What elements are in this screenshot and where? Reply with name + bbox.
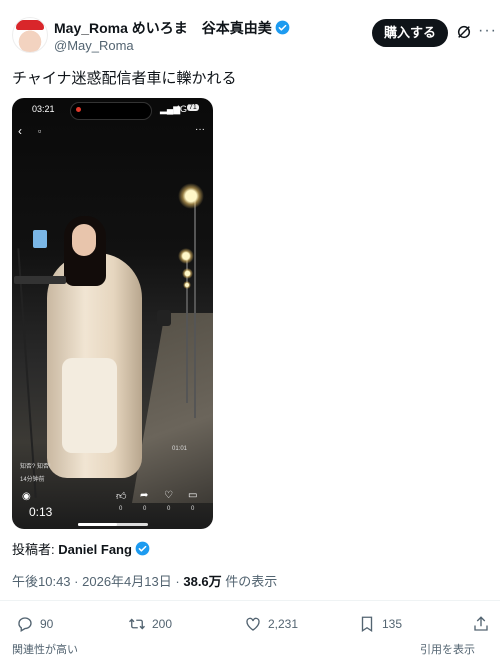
status-time: 03:21	[32, 104, 55, 114]
divider	[0, 600, 500, 601]
sort-label[interactable]: 関連性が高い	[12, 641, 78, 657]
views-eye-icon: ◉	[22, 491, 31, 502]
like-button[interactable]: 2,231	[244, 615, 298, 633]
back-chevron-icon[interactable]: ‹	[18, 124, 22, 138]
phone-on-stand	[33, 230, 47, 248]
tripod-shelf	[14, 276, 66, 284]
grok-icon[interactable]	[456, 24, 472, 40]
like-count: 2,231	[268, 617, 299, 631]
tweet-time[interactable]: 午後10:43	[12, 574, 71, 589]
motorcycle	[157, 310, 171, 326]
posted-by: 投稿者: Daniel Fang	[12, 539, 150, 558]
verified-badge-icon	[275, 20, 290, 35]
street-lamp	[178, 248, 194, 264]
avatar[interactable]	[12, 17, 48, 53]
meta-sep: ·	[175, 574, 180, 589]
recording-dot	[76, 107, 81, 112]
count-like: 0	[119, 506, 123, 512]
tweet-meta: 午後10:43 · 2026年4月13日 · 38.6万 件の表示	[12, 571, 277, 590]
watermark-line1: 知否? 知否!	[20, 464, 51, 470]
person-face	[72, 224, 96, 256]
share-button[interactable]	[472, 615, 490, 633]
reply-icon	[18, 617, 32, 632]
tweet-text: チャイナ迷惑配信者車に轢かれる	[12, 70, 237, 87]
view-count: 38.6万	[183, 574, 222, 589]
user-handle[interactable]: @May_Roma	[54, 38, 134, 53]
road-scene	[132, 313, 213, 503]
street-lamp	[178, 183, 204, 209]
reply-count: 90	[40, 617, 54, 631]
count-share: 0	[143, 506, 147, 512]
repost-count: 200	[152, 617, 173, 631]
watermark-line2: 14分钟前	[20, 477, 45, 483]
posted-by-prefix: 投稿者:	[12, 542, 55, 557]
bookmark-button[interactable]: 135	[358, 615, 402, 633]
video-player[interactable]: 03:21 ▂▄▆ 4G 71 ‹ ▫ ··· 知否? 知否! 14分钟前 01…	[12, 98, 213, 529]
heart-outline-icon[interactable]: ♡	[164, 490, 173, 501]
street-lamp	[182, 268, 193, 279]
display-name[interactable]: May_Roma めいろま 谷本真由美	[54, 18, 290, 38]
heart-icon	[246, 617, 260, 631]
video-progress-bar[interactable]	[78, 523, 148, 526]
view-suffix: 件の表示	[225, 574, 278, 589]
posted-by-name[interactable]: Daniel Fang	[58, 542, 132, 557]
verified-badge-icon	[135, 541, 150, 556]
side-time-label: 01:01	[172, 446, 188, 452]
meta-sep: ·	[74, 574, 79, 589]
video-duration: 0:13	[29, 505, 53, 519]
count-comment: 0	[191, 506, 195, 512]
street-pole	[194, 193, 196, 418]
person-dress	[62, 358, 117, 453]
more-options-icon[interactable]: ···	[478, 22, 497, 40]
repost-button[interactable]: 200	[128, 615, 172, 633]
buy-button[interactable]: 購入する	[372, 19, 448, 47]
video-progress-fill	[78, 523, 117, 526]
bookmark-icon	[361, 616, 373, 633]
dynamic-island	[70, 102, 152, 120]
network-label: 4G	[175, 104, 188, 114]
bookmark-count: 135	[382, 617, 403, 631]
count-heart: 0	[167, 506, 171, 512]
comment-icon[interactable]: ▭	[188, 490, 197, 501]
battery-indicator: 71	[187, 104, 199, 111]
repost-icon	[129, 618, 145, 630]
display-name-text[interactable]: May_Roma めいろま 谷本真由美	[54, 20, 272, 36]
video-more-icon[interactable]: ···	[195, 124, 205, 135]
share-arrow-icon[interactable]: ➦	[140, 490, 148, 501]
reply-button[interactable]: 90	[16, 615, 53, 633]
tweet-date[interactable]: 2026年4月13日	[82, 574, 172, 589]
quotes-link[interactable]: 引用を表示	[420, 641, 475, 657]
share-icon	[474, 616, 488, 631]
pip-icon[interactable]: ▫	[38, 126, 41, 136]
thumb-up-icon[interactable]: 👍︎	[116, 490, 126, 502]
street-lamp	[183, 281, 191, 289]
